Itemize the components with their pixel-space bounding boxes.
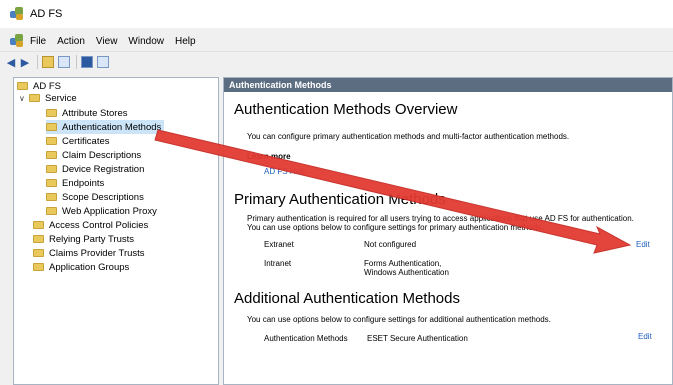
- console-tree: AD FS ∨ Service Attribute Stores Authent…: [13, 77, 219, 385]
- tree-item-label: Certificates: [62, 135, 110, 147]
- additional-edit-link[interactable]: Edit: [638, 332, 652, 341]
- intranet-value-2: Windows Authentication: [364, 268, 449, 277]
- window-title: AD FS: [30, 8, 63, 20]
- folder-icon: [46, 165, 57, 173]
- adfs-menu-icon[interactable]: [10, 34, 24, 48]
- tree-item-label: AD FS: [33, 80, 61, 92]
- adfs-window: AD FS File Action View Window Help ◀ ▶ A…: [0, 0, 673, 385]
- folder-icon: [46, 207, 57, 215]
- folder-icon: [17, 82, 28, 90]
- tree-item-certificates[interactable]: Certificates: [46, 134, 110, 148]
- primary-description-1: Primary authentication is required for a…: [247, 214, 634, 223]
- primary-heading: Primary Authentication Methods: [234, 191, 446, 208]
- folder-icon: [46, 151, 57, 159]
- tree-item-label: Authentication Methods: [62, 121, 162, 133]
- tree-item-label: Web Application Proxy: [62, 205, 157, 217]
- intranet-value-1: Forms Authentication,: [364, 259, 442, 268]
- content-header: Authentication Methods: [224, 78, 672, 92]
- toolbar: ◀ ▶: [0, 51, 673, 72]
- tree-item-label: Device Registration: [62, 163, 145, 175]
- folder-icon: [46, 137, 57, 145]
- folder-icon: [46, 123, 57, 131]
- toolbar-separator-2: [76, 55, 77, 69]
- overview-description: You can configure primary authentication…: [247, 132, 570, 141]
- action-pane-icon[interactable]: [97, 56, 109, 68]
- tree-item-authentication-methods[interactable]: Authentication Methods: [46, 120, 165, 134]
- folder-icon: [33, 221, 44, 229]
- tree-item-claims-provider-trusts[interactable]: Claims Provider Trusts: [33, 246, 145, 260]
- folder-icon: [46, 193, 57, 201]
- tree-item-label: Relying Party Trusts: [49, 233, 134, 245]
- tree-item-label: Access Control Policies: [49, 219, 149, 231]
- folder-icon: [33, 249, 44, 257]
- title-bar: AD FS: [0, 0, 673, 28]
- forward-arrow-icon[interactable]: ▶: [19, 56, 31, 69]
- tree-item-label: Claim Descriptions: [62, 149, 142, 161]
- tree-item-label: Endpoints: [62, 177, 105, 189]
- adfs-help-link[interactable]: AD FS Help: [264, 167, 306, 176]
- tree-item-label: Claims Provider Trusts: [49, 247, 145, 259]
- tree-item-label: Service: [45, 92, 77, 104]
- help-icon[interactable]: [81, 56, 93, 68]
- folder-icon: [46, 109, 57, 117]
- up-folder-icon[interactable]: [42, 56, 54, 68]
- additional-heading: Additional Authentication Methods: [234, 290, 460, 307]
- menu-action[interactable]: Action: [57, 36, 85, 47]
- show-hide-tree-icon[interactable]: [58, 56, 70, 68]
- tree-item-label: Scope Descriptions: [62, 191, 144, 203]
- folder-icon: [33, 263, 44, 271]
- content-pane: Authentication Methods Authentication Me…: [223, 77, 673, 385]
- menu-view[interactable]: View: [96, 36, 118, 47]
- intranet-label: Intranet: [264, 259, 292, 268]
- tree-item-scope-descriptions[interactable]: Scope Descriptions: [46, 190, 144, 204]
- folder-icon: [33, 235, 44, 243]
- tree-item-label: Attribute Stores: [62, 107, 128, 119]
- folder-icon: [29, 94, 40, 102]
- toolbar-separator: [37, 55, 38, 69]
- extranet-value: Not configured: [364, 240, 417, 249]
- additional-description: You can use options below to configure s…: [247, 315, 551, 324]
- menu-window[interactable]: Window: [128, 36, 164, 47]
- auth-methods-label: Authentication Methods: [264, 334, 348, 343]
- tree-item-label: Application Groups: [49, 261, 130, 273]
- back-arrow-icon[interactable]: ◀: [5, 56, 17, 69]
- tree-item-attribute-stores[interactable]: Attribute Stores: [46, 106, 127, 120]
- tree-item-device-registration[interactable]: Device Registration: [46, 162, 144, 176]
- tree-item-service[interactable]: ∨ Service: [19, 91, 77, 105]
- folder-icon: [46, 179, 57, 187]
- tree-item-relying-party-trusts[interactable]: Relying Party Trusts: [33, 232, 134, 246]
- tree-item-application-groups[interactable]: Application Groups: [33, 260, 129, 274]
- tree-item-access-control-policies[interactable]: Access Control Policies: [33, 218, 148, 232]
- overview-heading: Authentication Methods Overview: [234, 101, 458, 118]
- adfs-app-icon: [10, 7, 24, 21]
- extranet-label: Extranet: [264, 240, 294, 249]
- menu-file[interactable]: File: [30, 36, 46, 47]
- tree-item-endpoints[interactable]: Endpoints: [46, 176, 104, 190]
- tree-item-web-application-proxy[interactable]: Web Application Proxy: [46, 204, 157, 218]
- primary-description-2: You can use options below to configure s…: [247, 223, 544, 232]
- tree-item-claim-descriptions[interactable]: Claim Descriptions: [46, 148, 141, 162]
- chevron-down-icon[interactable]: ∨: [19, 94, 29, 103]
- menu-help[interactable]: Help: [175, 36, 196, 47]
- primary-edit-link[interactable]: Edit: [636, 240, 650, 249]
- learn-more-label: Learn more: [247, 152, 291, 161]
- auth-methods-value: ESET Secure Authentication: [367, 334, 468, 343]
- menu-bar: File Action View Window Help: [0, 32, 673, 50]
